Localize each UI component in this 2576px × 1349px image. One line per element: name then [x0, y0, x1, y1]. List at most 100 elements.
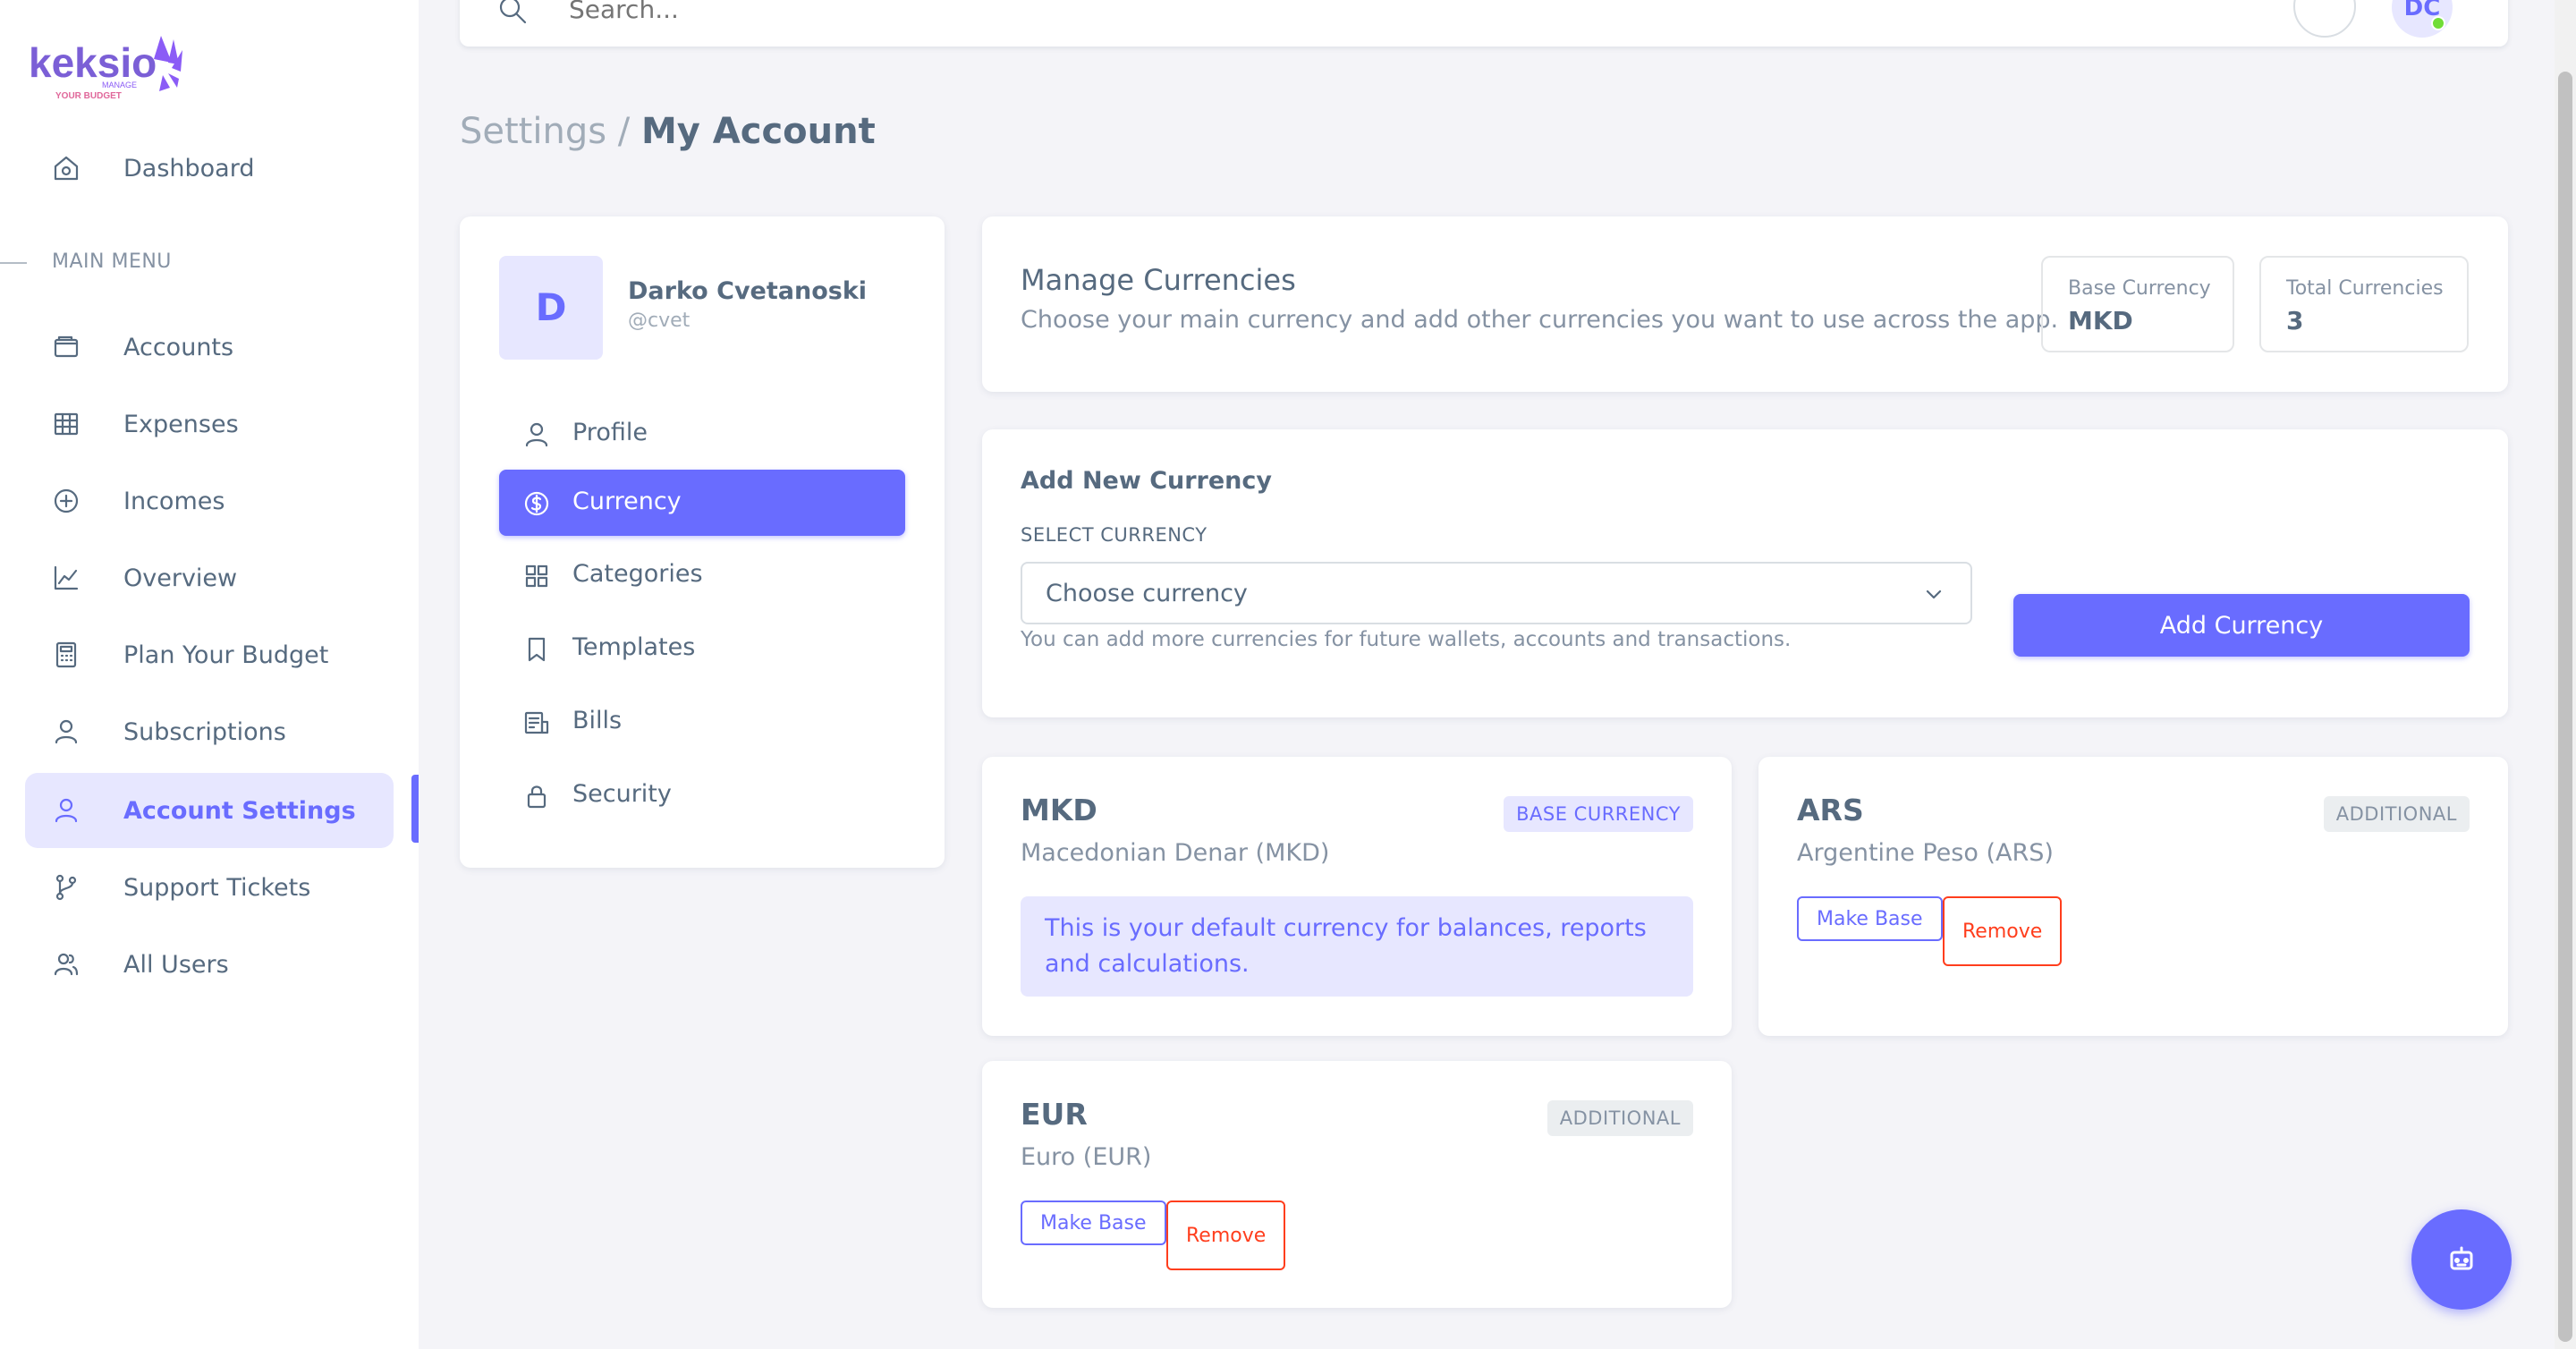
account-menu-currency[interactable]: Currency	[499, 470, 905, 536]
sidebar-item-overview[interactable]: Overview	[25, 540, 394, 615]
table-icon	[52, 410, 80, 438]
currency-name: Argentine Peso (ARS)	[1797, 839, 2054, 867]
stat-value: MKD	[2068, 306, 2133, 335]
account-menu-categories[interactable]: Categories	[499, 542, 905, 608]
account-avatar: D	[499, 256, 603, 360]
home-icon	[52, 154, 80, 182]
grid-icon	[522, 562, 551, 590]
svg-text:MANAGE: MANAGE	[102, 81, 137, 89]
active-indicator	[411, 775, 419, 843]
line-chart-icon	[52, 564, 80, 592]
account-name: Darko Cvetanoski	[628, 277, 868, 305]
currency-select[interactable]: Choose currency	[1021, 562, 1972, 624]
sidebar-item-accounts[interactable]: Accounts	[25, 310, 394, 385]
stat-label: Base Currency	[2068, 277, 2211, 300]
sidebar-item-account-settings[interactable]: Account Settings	[25, 773, 394, 848]
add-currency-button[interactable]: Add Currency	[2013, 594, 2470, 657]
card-subtitle: Choose your main currency and add other …	[1021, 306, 2059, 334]
sidebar-item-label: Account Settings	[123, 796, 356, 825]
currency-code: ARS	[1797, 793, 1864, 827]
account-menu-templates[interactable]: Templates	[499, 615, 905, 682]
sidebar-item-subscriptions[interactable]: Subscriptions	[25, 694, 394, 769]
section-heading: MAIN MENU	[52, 250, 172, 273]
keksio-logo[interactable]: keksio MANAGE YOUR BUDGET	[29, 32, 190, 104]
remove-button[interactable]: Remove	[1943, 896, 2063, 966]
lock-icon	[522, 782, 551, 810]
account-menu-label: Currency	[572, 488, 682, 515]
base-currency-info: This is your default currency for balanc…	[1021, 896, 1693, 997]
user-icon	[522, 420, 551, 449]
sidebar-item-label: Dashboard	[123, 154, 255, 182]
field-label: SELECT CURRENCY	[1021, 524, 1208, 546]
account-menu-label: Profile	[572, 419, 648, 446]
account-menu-card: D Darko Cvetanoski @cvet Profile Currenc…	[460, 216, 945, 868]
breadcrumb: Settings / My Account	[460, 111, 876, 152]
make-base-button[interactable]: Make Base	[1797, 896, 1943, 941]
sidebar-item-label: Accounts	[123, 333, 234, 361]
total-currencies-stat: Total Currencies 3	[2259, 256, 2469, 352]
base-currency-stat: Base Currency MKD	[2041, 256, 2234, 352]
sidebar-item-label: Plan Your Budget	[123, 641, 329, 669]
remove-button[interactable]: Remove	[1166, 1201, 1286, 1270]
stat-value: 3	[2286, 306, 2304, 335]
svg-text:YOUR BUDGET: YOUR BUDGET	[55, 91, 122, 101]
sidebar-item-label: Subscriptions	[123, 717, 286, 746]
account-menu-label: Templates	[572, 633, 696, 661]
currency-card-eur: EUR Euro (EUR) ADDITIONAL Make Base Remo…	[982, 1061, 1732, 1308]
calculator-icon	[52, 641, 80, 669]
sidebar-item-label: Support Tickets	[123, 873, 311, 902]
git-branch-icon	[52, 873, 80, 902]
currency-card-mkd: MKD Macedonian Denar (MKD) BASE CURRENCY…	[982, 757, 1732, 1036]
manage-currencies-card: Manage Currencies Choose your main curre…	[982, 216, 2508, 392]
sidebar-item-incomes[interactable]: Incomes	[25, 463, 394, 539]
additional-badge: ADDITIONAL	[1546, 1100, 1693, 1136]
svg-text:keksio: keksio	[29, 39, 157, 86]
account-menu-label: Categories	[572, 560, 703, 588]
base-currency-badge: BASE CURRENCY	[1504, 796, 1693, 832]
add-currency-card: Add New Currency SELECT CURRENCY Choose …	[982, 429, 2508, 717]
user-icon	[52, 796, 80, 825]
search-input[interactable]	[567, 0, 1640, 27]
card-title: Add New Currency	[1021, 467, 1273, 495]
sidebar-item-label: Overview	[123, 564, 238, 592]
sidebar-item-label: Incomes	[123, 487, 225, 515]
sidebar-item-expenses[interactable]: Expenses	[25, 386, 394, 462]
theme-toggle-button[interactable]	[2293, 0, 2356, 38]
sidebar-item-plan-budget[interactable]: Plan Your Budget	[25, 617, 394, 692]
currency-name: Macedonian Denar (MKD)	[1021, 839, 1330, 867]
dollar-circle-icon	[522, 489, 551, 518]
breadcrumb-parent[interactable]: Settings /	[460, 111, 630, 152]
chevron-down-icon	[1920, 581, 1947, 608]
account-menu-profile[interactable]: Profile	[499, 401, 905, 467]
users-icon	[52, 950, 80, 979]
receipt-icon	[522, 708, 551, 737]
account-menu-security[interactable]: Security	[499, 762, 905, 828]
sidebar-item-support-tickets[interactable]: Support Tickets	[25, 850, 394, 925]
account-menu-bills[interactable]: Bills	[499, 689, 905, 755]
chatbot-button[interactable]	[2411, 1209, 2512, 1310]
stat-label: Total Currencies	[2286, 277, 2444, 300]
card-title: Manage Currencies	[1021, 263, 1296, 297]
sidebar-item-label: All Users	[123, 950, 229, 979]
page-scrollbar[interactable]	[2555, 0, 2576, 1349]
additional-badge: ADDITIONAL	[2323, 796, 2470, 832]
currency-code: MKD	[1021, 793, 1097, 827]
scrollbar-thumb[interactable]	[2558, 72, 2572, 1342]
account-handle: @cvet	[628, 310, 691, 332]
sidebar-item-label: Expenses	[123, 410, 239, 438]
online-status-dot	[2431, 16, 2445, 30]
bookmark-icon	[522, 635, 551, 664]
account-menu-label: Security	[572, 780, 672, 808]
search-icon	[497, 0, 528, 25]
wallet-icon	[52, 333, 80, 361]
make-base-button[interactable]: Make Base	[1021, 1201, 1166, 1245]
sidebar-item-dashboard[interactable]: Dashboard	[25, 131, 394, 206]
plus-circle-icon	[52, 487, 80, 515]
currency-card-ars: ARS Argentine Peso (ARS) ADDITIONAL Make…	[1758, 757, 2508, 1036]
user-icon	[52, 717, 80, 746]
topbar: DC	[460, 0, 2508, 47]
select-value: Choose currency	[1046, 580, 1248, 607]
sidebar-item-all-users[interactable]: All Users	[25, 927, 394, 1002]
sidebar: keksio MANAGE YOUR BUDGET Dashboard MAIN…	[0, 0, 419, 1349]
divider	[0, 262, 27, 264]
